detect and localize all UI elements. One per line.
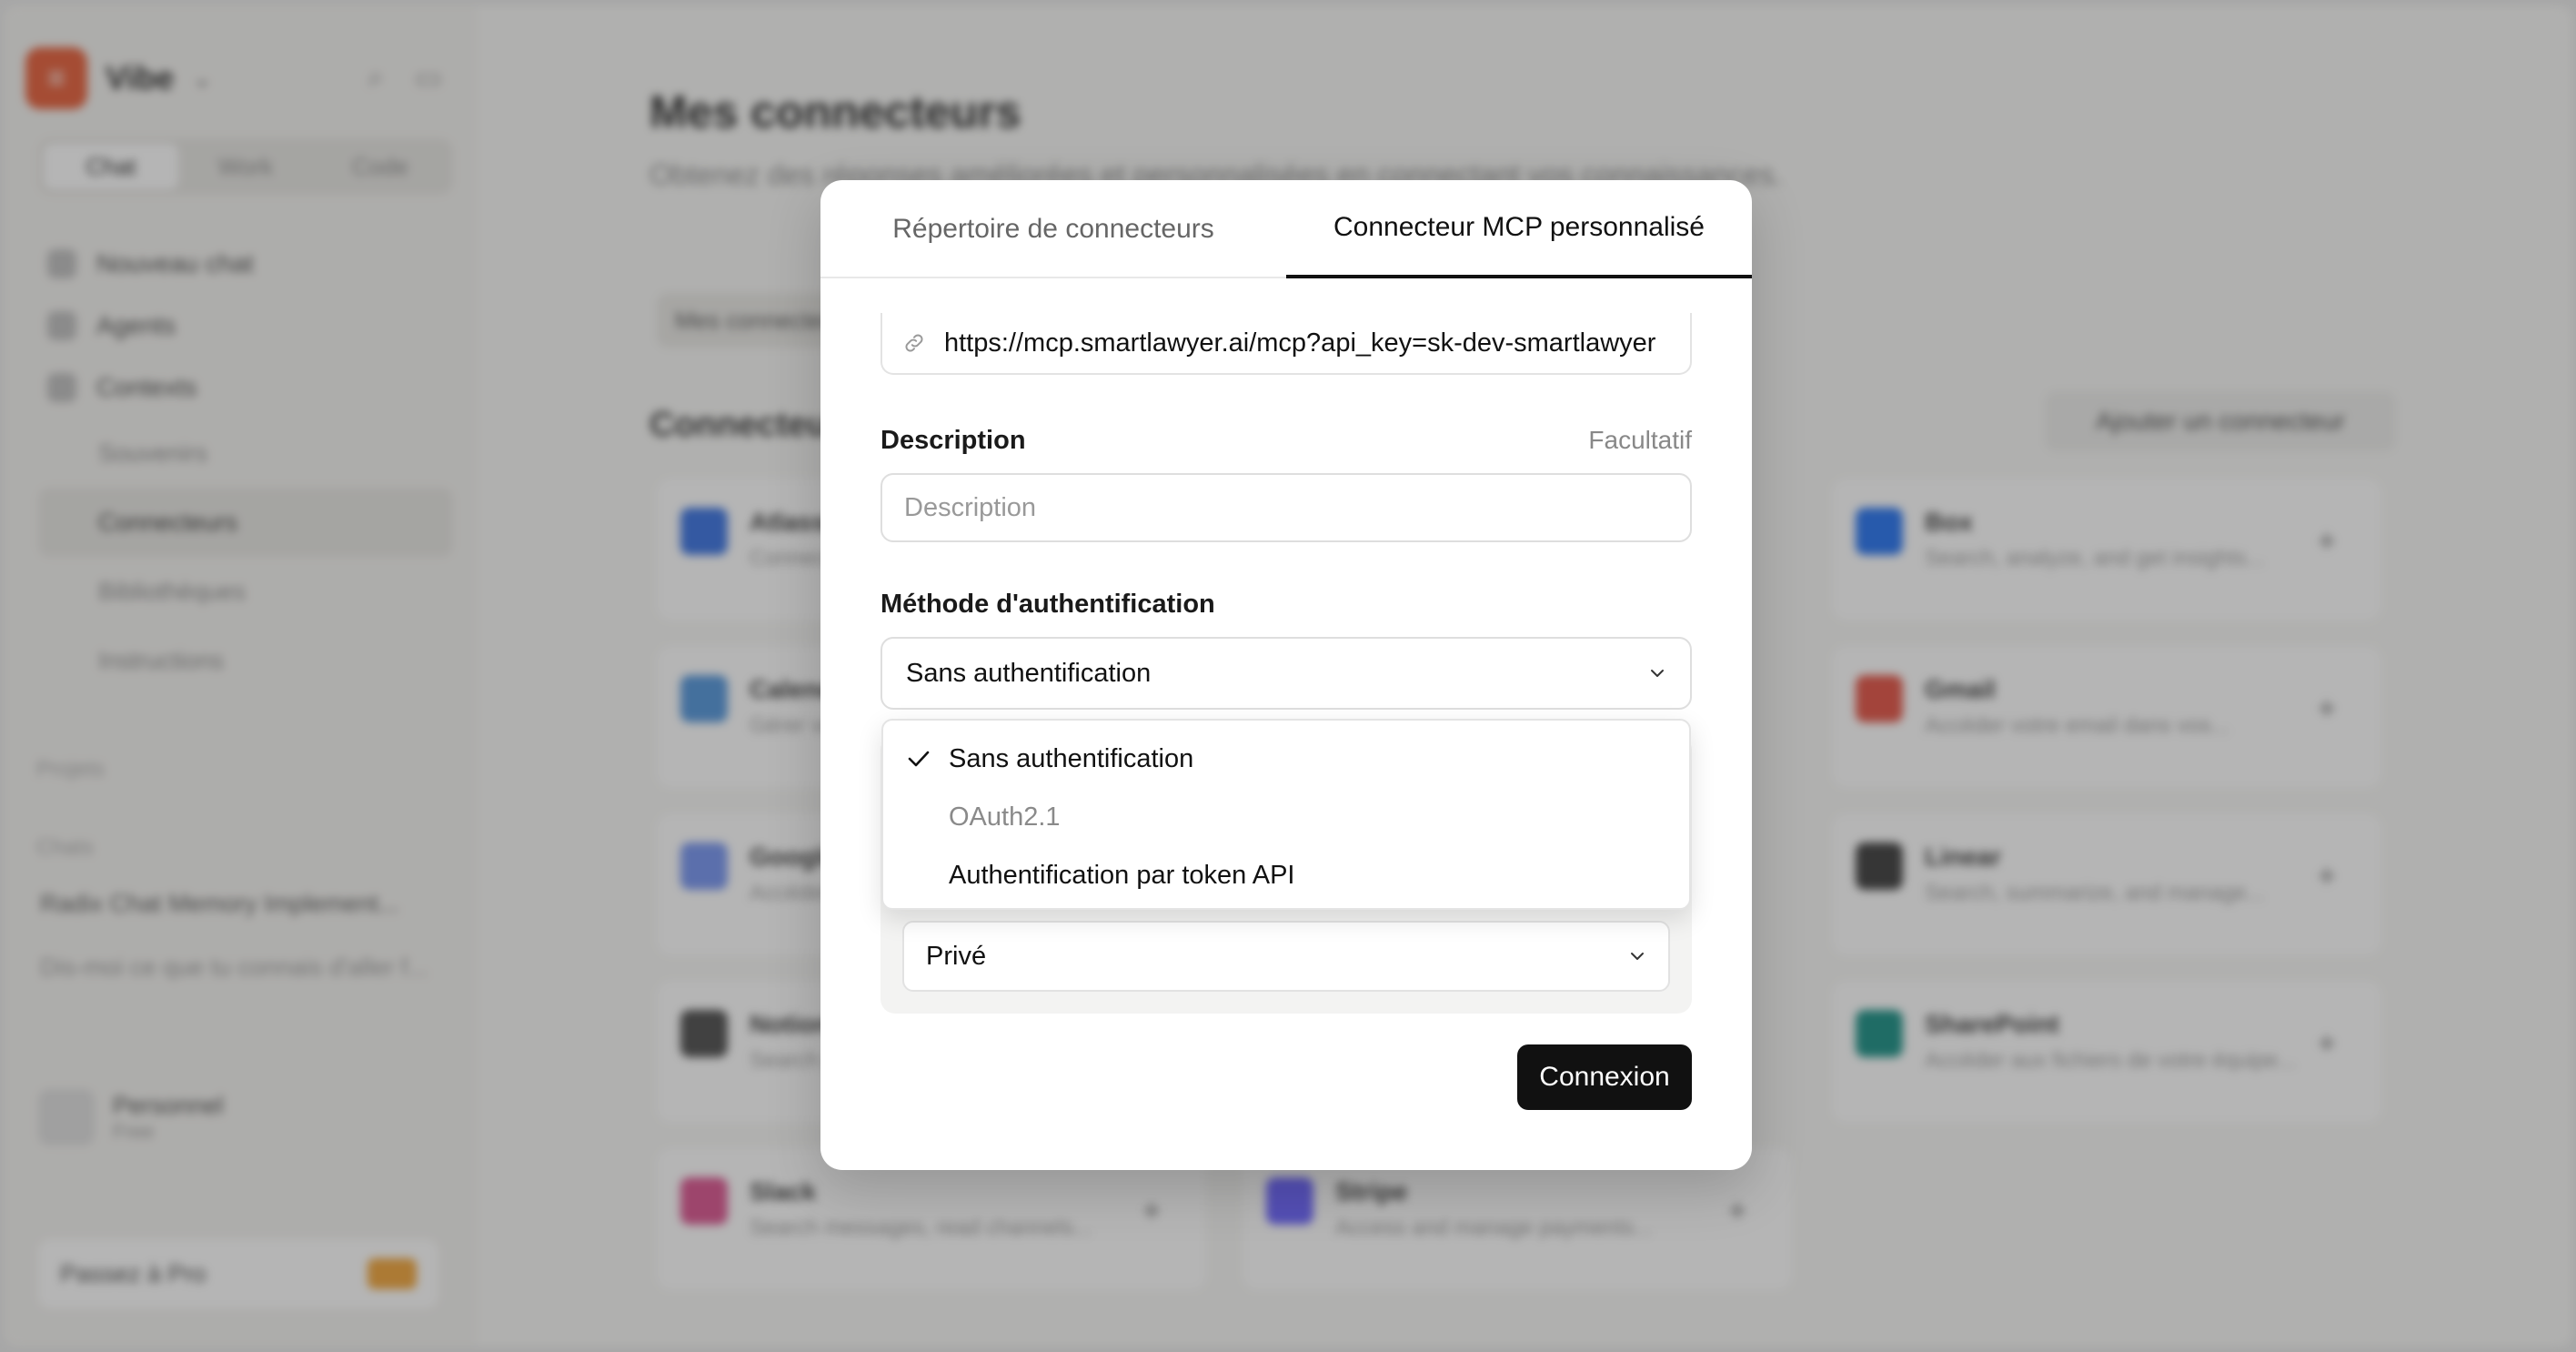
server-url-value: https://mcp.smartlawyer.ai/mcp?api_key=s… — [944, 328, 1656, 358]
chevron-down-icon — [1631, 953, 1644, 960]
link-icon — [905, 334, 923, 352]
auth-option-none[interactable]: Sans authentification — [883, 730, 1689, 788]
modal-tabs: Répertoire de connecteurs Connecteur MCP… — [820, 180, 1752, 278]
auth-method-label: Méthode d'authentification — [880, 590, 1215, 619]
auth-method-select[interactable]: Sans authentification — [880, 637, 1692, 710]
visibility-select[interactable]: Privé — [902, 921, 1670, 992]
option-label: Sans authentification — [949, 743, 1194, 773]
add-connector-modal: Répertoire de connecteurs Connecteur MCP… — [820, 180, 1752, 1170]
auth-option-oauth: OAuth2.1 — [883, 788, 1689, 846]
check-icon — [908, 751, 930, 767]
auth-method-selected: Sans authentification — [906, 658, 1152, 688]
server-url-field[interactable]: https://mcp.smartlawyer.ai/mcp?api_key=s… — [880, 313, 1692, 375]
description-label: Description — [880, 426, 1026, 455]
auth-method-dropdown: Sans authentification OAuth2.1 Authentif… — [881, 719, 1691, 910]
chevron-down-icon — [1651, 670, 1664, 677]
auth-option-api-token[interactable]: Authentification par token API — [883, 846, 1689, 904]
description-optional-label: Facultatif — [1588, 426, 1692, 454]
option-label: Authentification par token API — [949, 860, 1295, 890]
visibility-selected: Privé — [926, 941, 987, 971]
connect-button[interactable]: Connexion — [1517, 1044, 1692, 1110]
tab-connector-directory[interactable]: Répertoire de connecteurs — [820, 180, 1286, 278]
description-input[interactable] — [880, 473, 1692, 542]
option-label: OAuth2.1 — [949, 802, 1061, 832]
tab-custom-mcp-connector[interactable]: Connecteur MCP personnalisé — [1286, 180, 1752, 278]
